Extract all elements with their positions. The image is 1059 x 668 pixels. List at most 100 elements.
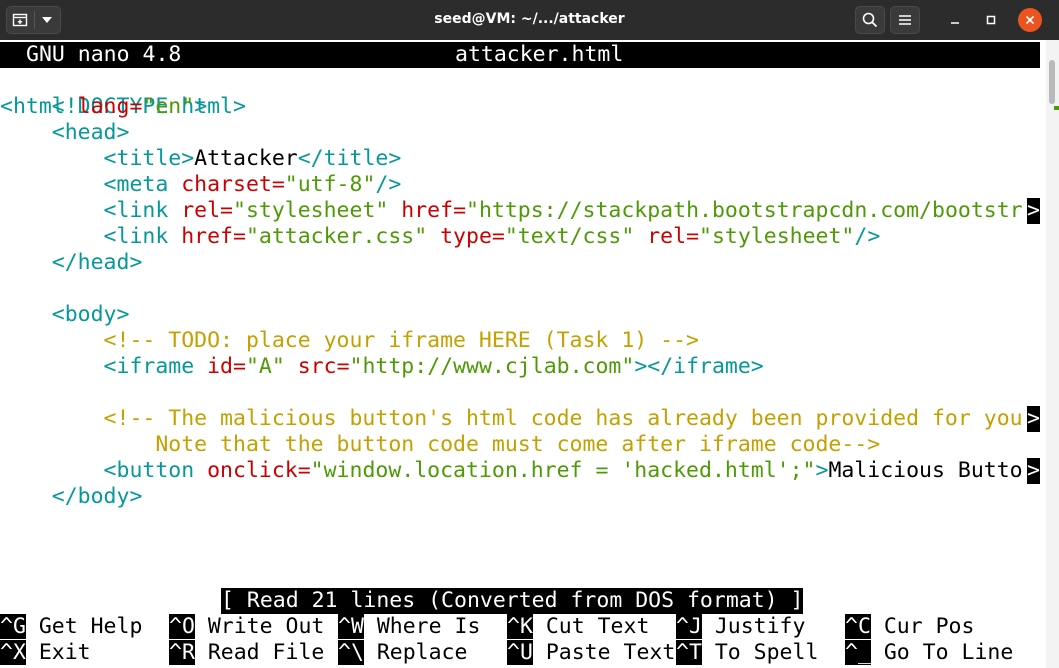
- code-token: <head>: [0, 120, 130, 145]
- shortcut-to-spell[interactable]: ^T To Spell: [676, 640, 818, 666]
- code-token: <link: [0, 198, 182, 223]
- code-token: "stylesheet": [233, 198, 389, 223]
- shortcut-label: Cut Text: [532, 614, 650, 639]
- shortcut-where-is[interactable]: ^W Where Is: [338, 614, 480, 640]
- shortcut-key: ^C: [845, 614, 871, 639]
- line-truncated-marker: >: [1027, 198, 1040, 224]
- code-token: href=: [181, 224, 246, 249]
- shortcut-key: ^X: [0, 640, 26, 665]
- code-comment: Note that the button code must come afte…: [0, 432, 881, 457]
- shortcut-write-out[interactable]: ^O Write Out: [169, 614, 324, 640]
- terminal-area[interactable]: GNU nano 4.8 attacker.html <!DOCTYPE htm…: [0, 40, 1046, 668]
- shortcut-label: Exit: [25, 640, 91, 665]
- code-token: </title>: [297, 146, 402, 171]
- code-token: <body>: [0, 302, 130, 327]
- code-token: </head>: [0, 250, 143, 275]
- shortcut-read-file[interactable]: ^R Read File: [169, 640, 324, 666]
- code-token: <iframe: [0, 354, 208, 379]
- nano-header-bar: GNU nano 4.8 attacker.html: [0, 42, 1040, 68]
- shortcut-label: Write Out: [194, 614, 325, 639]
- window-titlebar: seed@VM: ~/.../attacker: [0, 0, 1059, 40]
- menu-button[interactable]: [890, 6, 920, 34]
- code-token: "attacker.css": [245, 224, 428, 249]
- shortcut-justify[interactable]: ^J Justify: [676, 614, 805, 640]
- close-button[interactable]: [1018, 8, 1042, 32]
- code-token: Attacker: [194, 146, 298, 171]
- shortcut-exit[interactable]: ^X Exit: [0, 640, 91, 666]
- shortcut-cut-text[interactable]: ^K Cut Text: [507, 614, 649, 640]
- shortcut-key: ^W: [338, 614, 364, 639]
- shortcut-key: ^\: [338, 640, 364, 665]
- shortcut-key: ^U: [507, 640, 533, 665]
- code-token: "stylesheet": [699, 224, 855, 249]
- code-line-1[interactable]: <!DOCTYPE html>: [0, 68, 246, 119]
- code-token: "http://www.cjlab.com": [349, 354, 635, 379]
- code-line-8[interactable]: </head>: [0, 250, 143, 276]
- maximize-button[interactable]: [979, 8, 1003, 32]
- shortcut-label: Justify: [701, 614, 806, 639]
- shortcut-label: Read File: [194, 640, 325, 665]
- code-line-14[interactable]: <!-- The malicious button's html code ha…: [0, 406, 1023, 432]
- shortcut-key: ^K: [507, 614, 533, 639]
- search-icon: [862, 12, 878, 28]
- code-token: id=: [207, 354, 246, 379]
- nano-version: GNU nano 4.8: [26, 42, 182, 67]
- code-token: ></iframe>: [634, 354, 764, 379]
- minimize-icon: [951, 22, 959, 24]
- code-token: </body>: [0, 484, 143, 509]
- code-line-4[interactable]: <title>Attacker</title>: [0, 146, 402, 172]
- hamburger-icon: [899, 15, 911, 25]
- code-line-17[interactable]: </body>: [0, 484, 143, 510]
- code-line-6[interactable]: <link rel="stylesheet" href="https://sta…: [0, 198, 1023, 224]
- shortcut-label: Where Is: [363, 614, 481, 639]
- shortcut-key: ^O: [169, 614, 195, 639]
- code-token: "en": [142, 94, 195, 119]
- shortcut-replace[interactable]: ^\ Replace: [338, 640, 467, 666]
- code-line-11[interactable]: <!-- TODO: place your iframe HERE (Task …: [0, 328, 699, 354]
- code-line-16[interactable]: <button onclick="window.location.href = …: [0, 458, 1023, 484]
- shortcut-label: Get Help: [25, 614, 143, 639]
- shortcut-key: ^_: [845, 640, 871, 665]
- code-line-10[interactable]: <body>: [0, 302, 130, 328]
- shortcut-key: ^G: [0, 614, 26, 639]
- code-token: charset=: [181, 172, 285, 197]
- terminal-scrollbar[interactable]: [1046, 40, 1059, 668]
- code-line-12[interactable]: <iframe id="A" src="http://www.cjlab.com…: [0, 354, 764, 380]
- code-token: "utf-8": [284, 172, 376, 197]
- code-line-7[interactable]: <link href="attacker.css" type="text/css…: [0, 224, 881, 250]
- code-line-3[interactable]: <head>: [0, 120, 130, 146]
- code-token: >: [815, 458, 829, 483]
- code-token: <meta: [0, 172, 182, 197]
- search-button[interactable]: [855, 6, 885, 34]
- scrollbar-thumb[interactable]: [1049, 60, 1055, 104]
- code-token: "window.location.href = 'hacked.html';": [310, 458, 816, 483]
- code-token: onclick=: [207, 458, 311, 483]
- shortcut-get-help[interactable]: ^G Get Help: [0, 614, 142, 640]
- code-comment: <!-- TODO: place your iframe HERE (Task …: [0, 328, 699, 353]
- code-token: <button: [0, 458, 208, 483]
- code-token: type=: [427, 224, 505, 249]
- shortcut-key: ^T: [676, 640, 702, 665]
- code-line-5[interactable]: <meta charset="utf-8"/>: [0, 172, 402, 198]
- maximize-icon: [986, 15, 996, 25]
- code-token: src=: [284, 354, 350, 379]
- code-token: />: [375, 172, 402, 197]
- nano-filename: attacker.html: [455, 42, 624, 67]
- code-token: "https://stackpath.bootstrapcdn.com/boot…: [466, 198, 1023, 223]
- close-icon: [1025, 15, 1035, 25]
- code-line-2[interactable]: <html lang="en">: [0, 94, 207, 120]
- code-line-15[interactable]: Note that the button code must come afte…: [0, 432, 880, 458]
- code-token: rel=: [634, 224, 700, 249]
- code-token: <title>: [0, 146, 195, 171]
- shortcut-paste-text[interactable]: ^U Paste Text: [507, 640, 675, 666]
- code-token: <link: [0, 224, 182, 249]
- line-truncated-marker: >: [1027, 406, 1040, 432]
- shortcut-go-to-line[interactable]: ^_ Go To Line: [845, 640, 1013, 666]
- nano-status-message: [ Read 21 lines (Converted from DOS form…: [221, 588, 804, 614]
- shortcut-key: ^R: [169, 640, 195, 665]
- code-token: />: [854, 224, 881, 249]
- shortcut-label: Paste Text: [532, 640, 676, 665]
- shortcut-cur-pos[interactable]: ^C Cur Pos: [845, 614, 974, 640]
- shortcut-key: ^J: [676, 614, 702, 639]
- minimize-button[interactable]: [943, 8, 967, 32]
